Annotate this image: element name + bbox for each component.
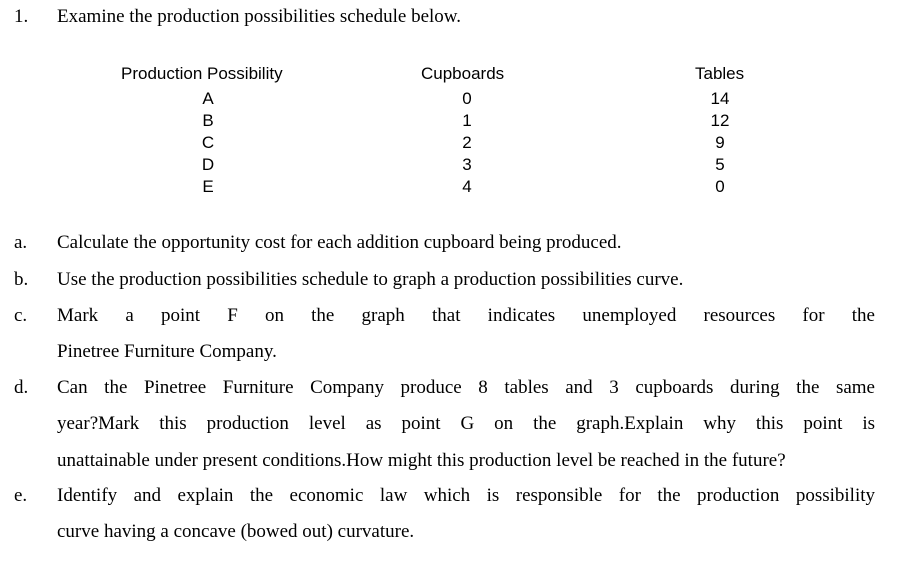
table-cell-possibility: D bbox=[201, 155, 215, 174]
part-d-text-line-1: Can the Pinetree Furniture Company produ… bbox=[57, 377, 875, 398]
table-cell-cupboards: 1 bbox=[462, 111, 472, 130]
table-cell-tables: 0 bbox=[715, 177, 725, 196]
part-d-text-line-2: year?Mark this production level as point… bbox=[57, 413, 875, 434]
part-b-text: Use the production possibilities schedul… bbox=[57, 269, 684, 290]
table-cell-cupboards: 3 bbox=[462, 155, 472, 174]
part-a-letter: a. bbox=[14, 232, 28, 253]
column-cupboards: 0 1 2 3 4 bbox=[452, 88, 482, 198]
table-cell-tables: 5 bbox=[715, 155, 725, 174]
part-c-text-line-1: Mark a point F on the graph that indicat… bbox=[57, 305, 875, 326]
part-e-text-line-1: Identify and explain the economic law wh… bbox=[57, 485, 875, 506]
part-d-text-line-3: unattainable under present conditions.Ho… bbox=[57, 450, 786, 471]
table-cell-cupboards: 0 bbox=[462, 89, 472, 108]
part-c-text-line-2: Pinetree Furniture Company. bbox=[57, 341, 277, 362]
table-cell-tables: 9 bbox=[715, 133, 725, 152]
table-cell-possibility: B bbox=[202, 111, 214, 130]
part-e-letter: e. bbox=[14, 485, 28, 506]
column-production-possibility: A B C D E bbox=[193, 88, 223, 198]
part-e-text-line-2: curve having a concave (bowed out) curva… bbox=[57, 521, 415, 542]
header-production-possibility: Production Possibility bbox=[121, 64, 283, 83]
table-cell-possibility: E bbox=[202, 177, 214, 196]
part-a-text: Calculate the opportunity cost for each … bbox=[57, 232, 622, 253]
part-c-letter: c. bbox=[14, 305, 28, 326]
header-tables: Tables bbox=[695, 64, 745, 83]
table-cell-tables: 12 bbox=[710, 111, 730, 130]
table-cell-cupboards: 2 bbox=[462, 133, 472, 152]
question-intro: Examine the production possibilities sch… bbox=[57, 6, 462, 27]
part-b-letter: b. bbox=[14, 269, 29, 290]
table-cell-possibility: A bbox=[202, 89, 214, 108]
table-cell-possibility: C bbox=[201, 133, 215, 152]
header-cupboards: Cupboards bbox=[421, 64, 505, 83]
table-cell-cupboards: 4 bbox=[462, 177, 472, 196]
question-number: 1. bbox=[14, 6, 29, 27]
column-tables: 14 12 9 5 0 bbox=[700, 88, 740, 198]
part-d-letter: d. bbox=[14, 377, 29, 398]
table-cell-tables: 14 bbox=[710, 89, 730, 108]
